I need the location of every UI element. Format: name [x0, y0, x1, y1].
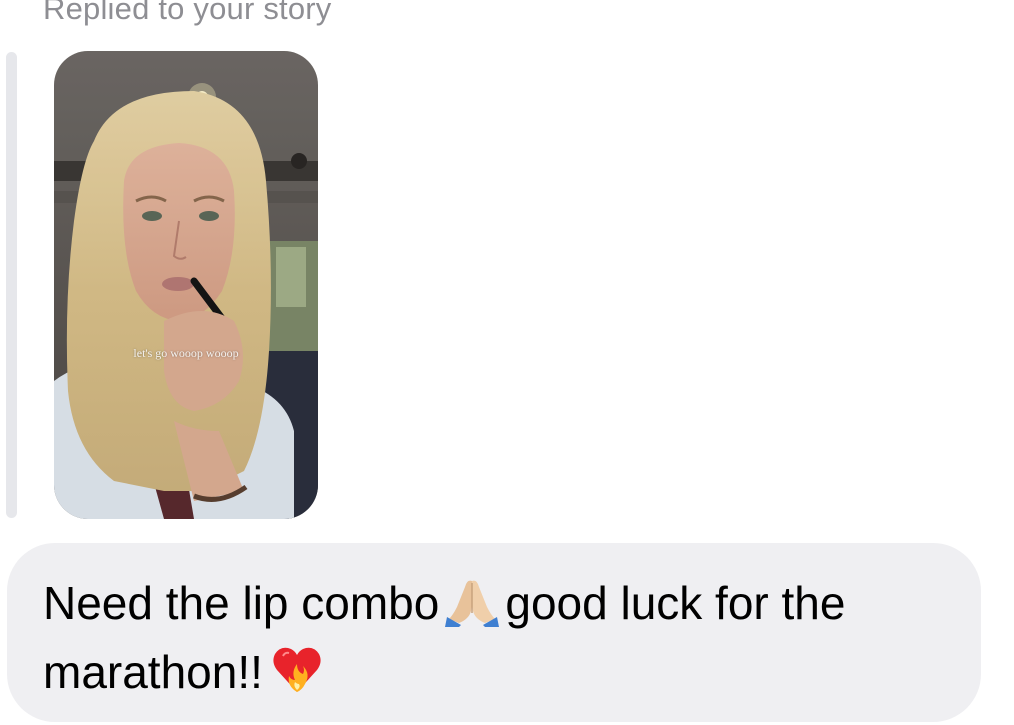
- story-thumbnail[interactable]: let's go wooop wooop: [54, 51, 318, 519]
- dm-thread: Replied to your story let's go wooop woo…: [0, 0, 1014, 725]
- reply-context-caption: Replied to your story: [43, 0, 332, 26]
- heart-on-fire-icon: [269, 640, 325, 709]
- message-bubble[interactable]: Need the lip combo good luck for the mar…: [7, 543, 981, 722]
- reply-quote-bar: [6, 52, 17, 518]
- story-image: [54, 51, 318, 519]
- message-text-part: good luck for the: [505, 577, 846, 629]
- story-overlay-text: let's go wooop wooop: [133, 346, 239, 360]
- message-text: Need the lip combo good luck for the mar…: [43, 573, 963, 709]
- folded-hands-icon: [445, 573, 500, 640]
- message-text-part: marathon!!: [43, 646, 263, 698]
- message-text-part: Need the lip combo: [43, 577, 440, 629]
